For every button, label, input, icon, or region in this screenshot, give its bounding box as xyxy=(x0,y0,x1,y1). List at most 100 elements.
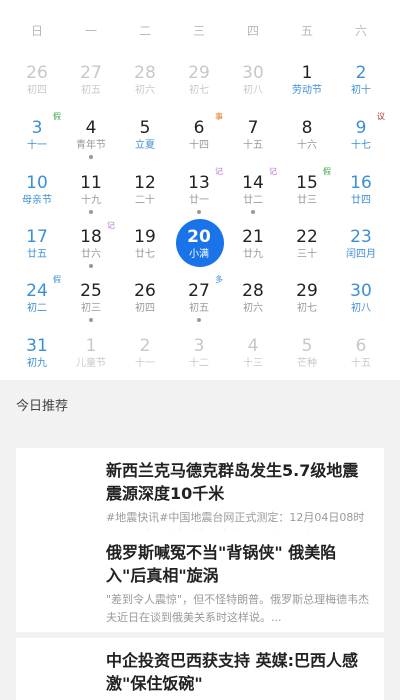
weekday-wed: 三 xyxy=(192,24,205,38)
day-marker-badge: 议 xyxy=(377,112,385,121)
news-title[interactable]: 中企投资巴西获支持 英媒:巴西人感激"保住饭碗" xyxy=(106,649,370,695)
day-number: 29 xyxy=(188,63,210,83)
day-number: 19 xyxy=(134,227,156,247)
calendar-day[interactable]: 25 初三 xyxy=(64,281,118,333)
news-card[interactable]: 中企投资巴西获支持 英媒:巴西人感激"保住饭碗" xyxy=(16,638,384,700)
day-number: 28 xyxy=(242,281,264,301)
lunar-label: 儿童节 xyxy=(76,358,106,369)
weekday-thu: 四 xyxy=(246,24,259,38)
lunar-label: 初七 xyxy=(189,85,209,96)
lunar-label: 十三 xyxy=(243,358,263,369)
day-number: 30 xyxy=(350,281,372,301)
lunar-label: 青年节 xyxy=(76,140,106,151)
day-number: 8 xyxy=(301,118,313,138)
calendar-day[interactable]: 17 廿五 xyxy=(10,227,64,279)
lunar-label: 十二 xyxy=(189,358,209,369)
calendar-day[interactable]: 28 初六 xyxy=(118,63,172,115)
day-number: 6 xyxy=(355,336,367,356)
calendar-day[interactable]: 16 廿四 xyxy=(334,173,388,225)
calendar-day[interactable]: 10 母亲节 xyxy=(10,173,64,225)
calendar-day[interactable]: 1 儿童节 xyxy=(64,336,118,380)
weekday-header: 日 一 二 三 四 五 六 xyxy=(0,22,400,42)
calendar-day[interactable]: 2 初十 xyxy=(334,63,388,115)
calendar-day[interactable]: 12 二十 xyxy=(118,173,172,225)
calendar-day[interactable]: 5 芒种 xyxy=(280,336,334,380)
day-marker-badge: 多 xyxy=(215,275,223,284)
calendar-day[interactable]: 13 廿一记 xyxy=(172,167,226,225)
calendar-day[interactable]: 29 初七 xyxy=(280,281,334,333)
calendar-day[interactable]: 18 廿六记 xyxy=(64,221,118,279)
calendar-day[interactable]: 6 十四事 xyxy=(172,112,226,170)
lunar-label: 十九 xyxy=(81,195,101,206)
today-recommend-section: 今日推荐 新西兰克马德克群岛发生5.7级地震 震源深度10千米 #地震快讯#中国… xyxy=(0,380,400,700)
calendar-day[interactable]: 9 十七议 xyxy=(334,112,388,170)
calendar-day[interactable]: 3 十二 xyxy=(172,336,226,380)
lunar-label: 母亲节 xyxy=(22,195,52,206)
event-dot xyxy=(89,210,93,214)
lunar-label: 廿六 xyxy=(81,249,101,260)
calendar-day[interactable]: 24 初二假 xyxy=(10,275,64,333)
calendar-day[interactable]: 3 十一假 xyxy=(10,112,64,170)
lunar-label: 初八 xyxy=(351,303,371,314)
calendar-day[interactable]: 20 小满 xyxy=(172,227,226,279)
calendar-day[interactable]: 23 闰四月 xyxy=(334,227,388,279)
day-number: 4 xyxy=(85,118,97,138)
lunar-label: 二十 xyxy=(135,195,155,206)
calendar-day[interactable]: 11 十九 xyxy=(64,173,118,225)
day-number: 31 xyxy=(26,336,48,356)
lunar-label: 十五 xyxy=(351,358,371,369)
lunar-label: 初二 xyxy=(27,303,47,314)
day-marker-badge: 假 xyxy=(53,112,61,121)
news-title[interactable]: 俄罗斯喊冤不当"背锅侠" 俄美陷入"后真相"旋涡 xyxy=(106,541,370,587)
calendar-day[interactable]: 30 初八 xyxy=(334,281,388,333)
calendar-day[interactable]: 22 三十 xyxy=(280,227,334,279)
calendar-day[interactable]: 29 初七 xyxy=(172,63,226,115)
calendar-day[interactable]: 27 初五多 xyxy=(172,275,226,333)
lunar-label: 初九 xyxy=(27,358,47,369)
day-number: 11 xyxy=(80,173,102,193)
calendar-day[interactable]: 2 十一 xyxy=(118,336,172,380)
event-dot xyxy=(89,155,93,159)
calendar-day[interactable]: 26 初四 xyxy=(118,281,172,333)
calendar-day[interactable]: 30 初八 xyxy=(226,63,280,115)
news-summary: "差到令人震惊"，但不怪特朗普。俄罗斯总理梅德韦杰夫近日在谈到俄美关系时这样说。… xyxy=(106,593,370,624)
calendar-day[interactable]: 1 劳动节 xyxy=(280,63,334,115)
lunar-label: 初四 xyxy=(135,303,155,314)
calendar-day[interactable]: 15 廿三假 xyxy=(280,167,334,225)
lunar-label: 初五 xyxy=(189,303,209,314)
news-card[interactable]: 俄罗斯喊冤不当"背锅侠" 俄美陷入"后真相"旋涡 "差到令人震惊"，但不怪特朗普… xyxy=(16,530,384,632)
calendar-day[interactable]: 21 廿九 xyxy=(226,227,280,279)
calendar-day[interactable]: 26 初四 xyxy=(10,63,64,115)
weekday-sun: 日 xyxy=(30,24,43,38)
calendar-day[interactable]: 14 廿二记 xyxy=(226,167,280,225)
lunar-label: 十七 xyxy=(351,140,371,151)
day-number: 26 xyxy=(134,281,156,301)
lunar-label: 初三 xyxy=(81,303,101,314)
calendar-day[interactable]: 5 立夏 xyxy=(118,118,172,170)
month-calendar: 日 一 二 三 四 五 六 26 初四 27 初五 28 初六 29 初七 30 初八 1 劳动节 2 初… xyxy=(0,0,400,380)
lunar-label: 小满 xyxy=(189,249,209,260)
news-title[interactable]: 新西兰克马德克群岛发生5.7级地震 震源深度10千米 xyxy=(106,459,370,505)
calendar-day[interactable]: 28 初六 xyxy=(226,281,280,333)
calendar-day[interactable]: 4 十三 xyxy=(226,336,280,380)
calendar-day[interactable]: 8 十六 xyxy=(280,118,334,170)
lunar-label: 十一 xyxy=(27,140,47,151)
day-number: 25 xyxy=(80,281,102,301)
lunar-label: 初六 xyxy=(243,303,263,314)
lunar-label: 十四 xyxy=(189,140,209,151)
lunar-label: 廿九 xyxy=(243,249,263,260)
calendar-day[interactable]: 27 初五 xyxy=(64,63,118,115)
day-number: 27 xyxy=(80,63,102,83)
news-thumbnail xyxy=(30,546,94,610)
news-thumbnail xyxy=(30,464,94,528)
day-number: 20 xyxy=(187,227,211,247)
calendar-day[interactable]: 31 初九 xyxy=(10,336,64,380)
calendar-day[interactable]: 7 十五 xyxy=(226,118,280,170)
lunar-label: 立夏 xyxy=(135,140,155,151)
calendar-day[interactable]: 4 青年节 xyxy=(64,118,118,170)
day-number: 17 xyxy=(26,227,48,247)
calendar-day[interactable]: 6 十五 xyxy=(334,336,388,380)
day-number: 2 xyxy=(139,336,151,356)
calendar-day[interactable]: 19 廿七 xyxy=(118,227,172,279)
day-number: 7 xyxy=(247,118,259,138)
